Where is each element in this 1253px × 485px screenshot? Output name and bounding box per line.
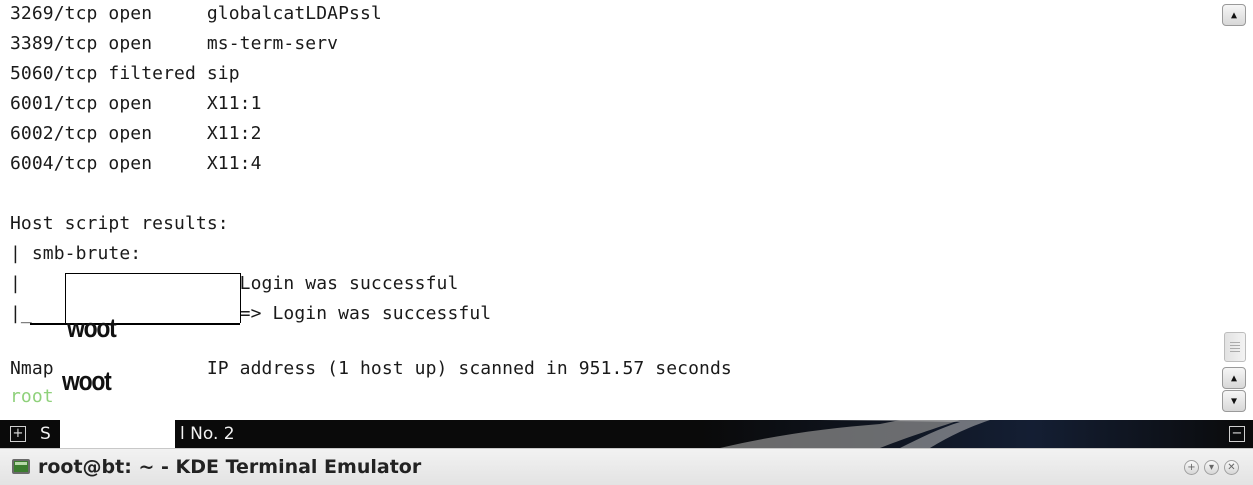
terminal-line: 3389/tcp open ms-term-serv [10, 33, 339, 54]
scroll-up-top-button[interactable]: ▲ [1222, 4, 1246, 26]
minus-icon: − [1231, 426, 1243, 441]
terminal-line: 5060/tcp filtered sip [10, 63, 240, 84]
redaction-label: woot [67, 313, 117, 343]
tab-bar: + S l No. 2 − [0, 420, 1253, 448]
terminal-output[interactable]: 3269/tcp open globalcatLDAPssl 3389/tcp … [0, 0, 1218, 420]
close-button[interactable]: ✕ [1224, 460, 1239, 475]
minimize-button[interactable]: ▾ [1204, 460, 1219, 475]
tab-redaction [60, 420, 175, 448]
redaction-patch [20, 300, 60, 322]
window-title: root@bt: ~ - KDE Terminal Emulator [38, 456, 422, 478]
terminal-icon[interactable] [12, 459, 30, 474]
arrow-up-icon: ▲ [1230, 9, 1238, 21]
redaction-underline [30, 323, 240, 325]
terminal-line: Host script results: [10, 213, 229, 234]
grip-icon [1230, 342, 1240, 352]
keep-above-button[interactable]: + [1184, 460, 1199, 475]
terminal-line: 6001/tcp open X11:1 [10, 93, 262, 114]
scroll-down-button[interactable]: ▼ [1222, 390, 1246, 412]
plus-icon: + [12, 426, 24, 441]
scroll-up-button[interactable]: ▲ [1222, 367, 1246, 389]
close-tab-button[interactable]: − [1229, 426, 1245, 442]
close-icon: ✕ [1227, 462, 1236, 473]
arrow-up-icon: ▲ [1230, 372, 1238, 384]
shell-prompt: root [10, 386, 54, 407]
tab-label-end[interactable]: l No. 2 [180, 420, 235, 448]
redaction-label: woot [62, 366, 112, 396]
chevron-down-icon: ▾ [1208, 462, 1215, 473]
tab-label-start[interactable]: S [40, 420, 51, 448]
new-tab-button[interactable]: + [10, 426, 26, 442]
terminal-line: | smb-brute: [10, 243, 142, 264]
plus-icon: + [1187, 462, 1196, 473]
terminal-line: 3269/tcp open globalcatLDAPssl [10, 3, 382, 24]
vertical-scrollbar[interactable]: ▲ ▲ ▼ [1218, 0, 1253, 420]
terminal-line: 6004/tcp open X11:4 [10, 153, 262, 174]
arrow-down-icon: ▼ [1230, 395, 1238, 407]
scrollbar-thumb[interactable] [1224, 332, 1246, 362]
terminal-line: 6002/tcp open X11:2 [10, 123, 262, 144]
window-titlebar[interactable]: root@bt: ~ - KDE Terminal Emulator + ▾ ✕ [0, 448, 1253, 485]
